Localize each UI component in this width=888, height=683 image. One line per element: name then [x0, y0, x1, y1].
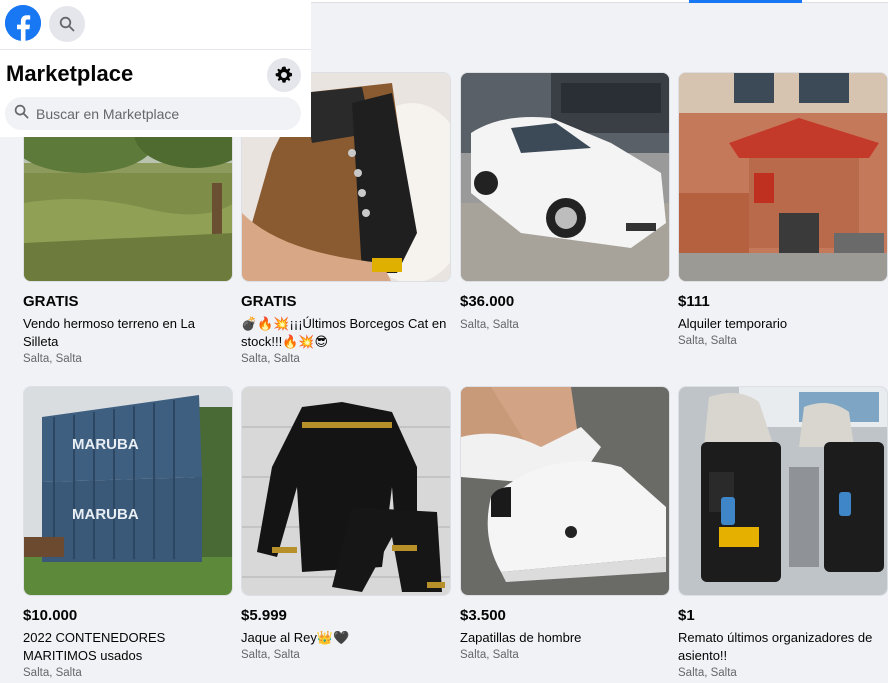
- listing-title[interactable]: Remato últimos organizadores de asiento!…: [678, 629, 888, 665]
- listing-photo-house[interactable]: [678, 72, 888, 282]
- listing-location: Salta, Salta: [23, 667, 82, 679]
- listing-photo-tracksuit[interactable]: [241, 386, 451, 596]
- listing-location: Salta, Salta: [241, 353, 300, 365]
- listing-price: $3.500: [460, 607, 506, 624]
- listing-photo-containers[interactable]: MARUBA MARUBA: [23, 386, 233, 596]
- search-icon: [14, 104, 29, 124]
- listing-title[interactable]: Vendo hermoso terreno en La Silleta: [23, 315, 233, 351]
- facebook-logo-icon[interactable]: [5, 5, 41, 41]
- listing-price: GRATIS: [23, 293, 79, 310]
- gear-icon[interactable]: [267, 58, 301, 92]
- listing-price: $5.999: [241, 607, 287, 624]
- listing-location: Salta, Salta: [460, 649, 519, 661]
- marketplace-panel: Marketplace: [0, 0, 311, 137]
- listing-photo-car[interactable]: [460, 72, 670, 282]
- top-bar: [0, 0, 311, 50]
- listing-location: Salta, Salta: [678, 667, 737, 679]
- listing-location: Salta, Salta: [241, 649, 300, 661]
- listing-price: $1: [678, 607, 695, 624]
- container-logo-text: MARUBA: [72, 436, 139, 453]
- container-logo-text: MARUBA: [72, 506, 139, 523]
- listing-title[interactable]: 2022 CONTENEDORES MARITIMOS usados: [23, 629, 233, 665]
- listing-price: GRATIS: [241, 293, 297, 310]
- listing-price: $36.000: [460, 293, 515, 310]
- listing-photo-seat-organizer[interactable]: [678, 386, 888, 596]
- listing-location: Salta, Salta: [460, 319, 519, 331]
- listing-title[interactable]: Alquiler temporario: [678, 315, 888, 333]
- active-tab-indicator: [689, 0, 802, 3]
- listing-price: $10.000: [23, 607, 78, 624]
- page-title: Marketplace: [6, 61, 134, 86]
- marketplace-search-input[interactable]: [36, 105, 286, 122]
- listing-location: Salta, Salta: [23, 353, 82, 365]
- listing-title[interactable]: Jaque al Rey👑🖤: [241, 629, 451, 647]
- search-icon[interactable]: [49, 6, 85, 42]
- listing-photo-sneakers[interactable]: [460, 386, 670, 596]
- listing-title[interactable]: 💣🔥💥¡¡¡Últimos Borcegos Cat en stock!!!🔥💥…: [241, 315, 451, 351]
- listing-title[interactable]: Zapatillas de hombre: [460, 629, 670, 647]
- listing-location: Salta, Salta: [678, 335, 737, 347]
- listing-price: $111: [678, 293, 710, 310]
- marketplace-search-field[interactable]: [5, 97, 301, 130]
